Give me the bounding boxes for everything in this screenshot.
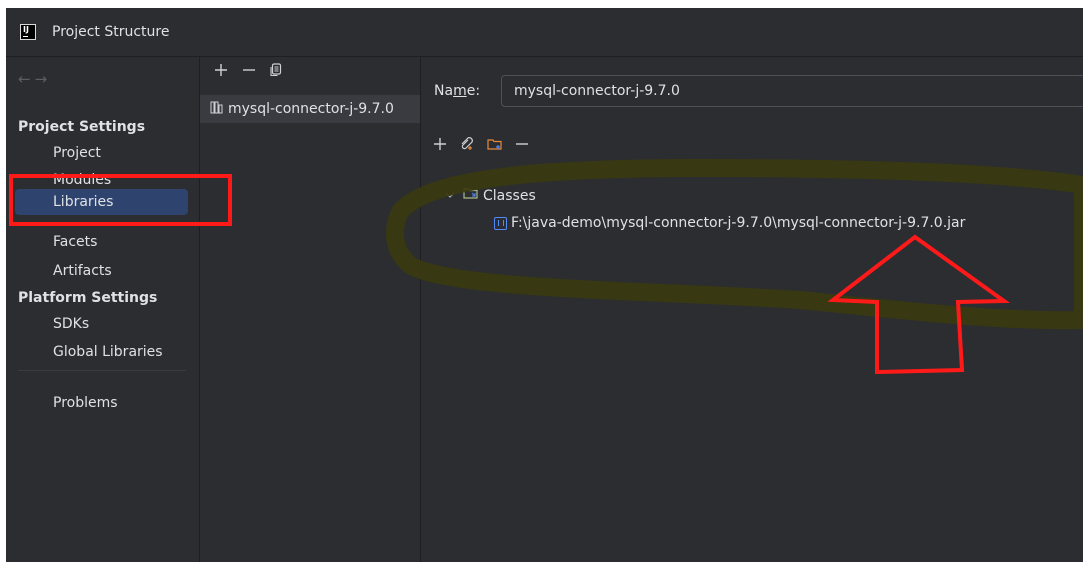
library-details-panel: Name: Classes xyxy=(421,57,1083,562)
platform-settings-heading: Platform Settings xyxy=(18,290,158,306)
minus-icon[interactable] xyxy=(515,137,529,155)
project-structure-window: IJ Project Structure ←→ Project Settings… xyxy=(6,8,1083,562)
tree-node-classes[interactable]: Classes xyxy=(445,187,536,204)
tree-node-jar[interactable]: F:\java-demo\mysql-connector-j-9.7.0\mys… xyxy=(494,215,965,231)
sidebar-separator xyxy=(18,370,186,371)
chevron-down-icon[interactable] xyxy=(445,189,455,202)
copy-icon[interactable] xyxy=(270,63,282,81)
sidebar-item-libraries[interactable]: Libraries xyxy=(15,189,188,215)
intellij-idea-icon: IJ xyxy=(20,24,36,40)
classes-toolbar xyxy=(433,137,529,155)
attach-icon[interactable] xyxy=(459,137,475,155)
minus-icon[interactable] xyxy=(242,63,256,81)
arrow-left-icon[interactable]: ← xyxy=(18,70,35,88)
sidebar-item-global-libraries[interactable]: Global Libraries xyxy=(53,344,163,360)
sidebar-item-project[interactable]: Project xyxy=(53,145,101,161)
plus-icon[interactable] xyxy=(214,63,228,81)
sidebar-item-modules[interactable]: Modules xyxy=(53,172,111,188)
list-item-library[interactable]: mysql-connector-j-9.7.0 xyxy=(200,95,420,123)
jar-file-icon xyxy=(494,216,507,230)
sidebar-item-facets[interactable]: Facets xyxy=(53,234,97,250)
library-name: mysql-connector-j-9.7.0 xyxy=(228,101,394,117)
window-title: Project Structure xyxy=(52,24,170,40)
classes-label: Classes xyxy=(483,187,536,204)
settings-sidebar: ←→ Project Settings Project Modules Libr… xyxy=(6,57,199,562)
title-bar: IJ Project Structure xyxy=(6,8,1083,57)
arrow-right-icon[interactable]: → xyxy=(35,70,52,88)
libraries-list-panel: mysql-connector-j-9.7.0 xyxy=(200,57,420,562)
sidebar-item-problems[interactable]: Problems xyxy=(53,395,118,411)
classes-folder-icon xyxy=(463,187,479,204)
name-label: Name: xyxy=(434,83,481,99)
library-icon xyxy=(210,100,224,118)
add-folder-icon[interactable] xyxy=(487,137,503,155)
plus-icon[interactable] xyxy=(433,137,447,155)
history-navigation: ←→ xyxy=(18,70,51,88)
sidebar-item-sdks[interactable]: SDKs xyxy=(53,316,89,332)
libraries-toolbar xyxy=(214,63,282,81)
sidebar-item-artifacts[interactable]: Artifacts xyxy=(53,263,112,279)
library-name-input[interactable] xyxy=(501,75,1083,107)
jar-path: F:\java-demo\mysql-connector-j-9.7.0\mys… xyxy=(511,215,966,231)
project-settings-heading: Project Settings xyxy=(18,119,146,135)
